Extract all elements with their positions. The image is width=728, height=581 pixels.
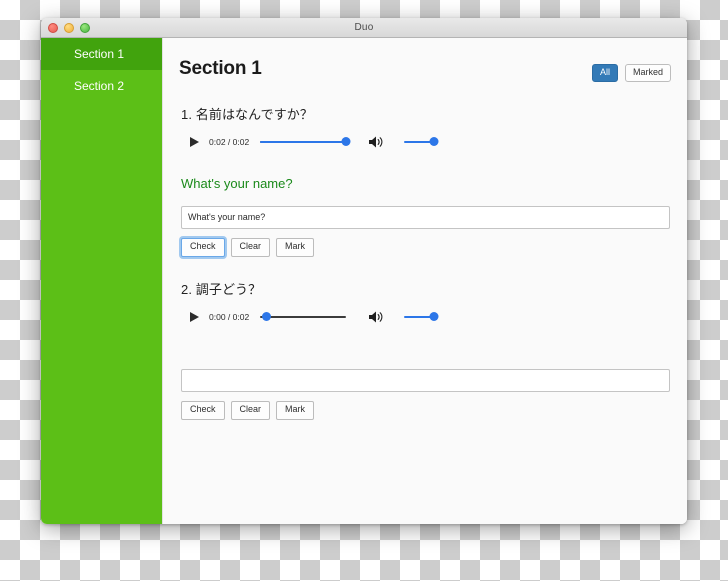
- audio-time-display: 0:00 / 0:02: [209, 311, 250, 322]
- sidebar-item-section-1[interactable]: Section 1: [41, 38, 162, 70]
- speaker-icon[interactable]: [368, 135, 383, 149]
- volume-slider[interactable]: [404, 311, 439, 323]
- play-icon[interactable]: [187, 310, 201, 324]
- window-body: Section 1 Section 2 Section 1 All Marked…: [41, 38, 687, 524]
- mark-button[interactable]: Mark: [276, 237, 315, 257]
- seek-knob[interactable]: [341, 137, 351, 147]
- sidebar-item-label: Section 2: [74, 79, 125, 93]
- close-button[interactable]: [48, 22, 58, 33]
- sidebar: Section 1 Section 2: [41, 38, 163, 524]
- answer-input-1[interactable]: [181, 205, 670, 229]
- window-titlebar: Duo: [41, 18, 687, 38]
- volume-slider[interactable]: [404, 136, 439, 148]
- audio-seek-slider[interactable]: [260, 311, 347, 323]
- seek-track: [260, 315, 347, 318]
- question-title: 1. 名前はなんですか？: [181, 106, 314, 122]
- audio-seek-slider[interactable]: [260, 136, 351, 148]
- seek-fill: [260, 140, 347, 143]
- answer-input-2[interactable]: [181, 368, 670, 392]
- question-block-1: 1. 名前はなんですか？ 0:02 / 0:02 What's your nam…: [179, 104, 671, 257]
- sidebar-item-section-2[interactable]: Section 2: [41, 70, 162, 102]
- play-icon[interactable]: [187, 135, 201, 149]
- seek-knob[interactable]: [262, 312, 272, 322]
- question-block-2: 2. 調子どう？ 0:00 / 0:02 Check Clear Mark: [179, 279, 671, 420]
- action-button-row-2: Check Clear Mark: [181, 400, 671, 420]
- main-content: Section 1 All Marked 1. 名前はなんですか？ 0:02 /…: [163, 38, 687, 524]
- volume-knob[interactable]: [429, 312, 439, 322]
- audio-player-2: 0:00 / 0:02: [187, 306, 671, 328]
- page-title: Section 1: [179, 58, 262, 79]
- window-controls: [48, 22, 90, 33]
- check-button[interactable]: Check: [181, 400, 225, 420]
- answer-feedback-placeholder: [179, 328, 671, 354]
- mark-button[interactable]: Mark: [276, 400, 315, 420]
- action-button-row-1: Check Clear Mark: [181, 237, 671, 257]
- sidebar-item-label: Section 1: [74, 47, 125, 61]
- app-window: Duo Section 1 Section 2 Section 1 All Ma…: [41, 18, 687, 524]
- clear-button[interactable]: Clear: [230, 400, 271, 420]
- filter-button-group: All Marked: [591, 64, 671, 82]
- check-button[interactable]: Check: [181, 237, 225, 257]
- zoom-button[interactable]: [80, 22, 90, 33]
- volume-knob[interactable]: [429, 137, 439, 147]
- audio-player-1: 0:02 / 0:02: [187, 131, 671, 153]
- filter-marked-button[interactable]: Marked: [624, 64, 671, 82]
- content-header: Section 1 All Marked: [179, 38, 671, 82]
- filter-all-button[interactable]: All: [591, 64, 618, 82]
- window-title: Duo: [354, 22, 374, 33]
- clear-button[interactable]: Clear: [230, 237, 271, 257]
- answer-feedback-text: What's your name?: [181, 175, 293, 191]
- audio-time-display: 0:02 / 0:02: [209, 136, 250, 147]
- question-title: 2. 調子どう？: [181, 281, 262, 297]
- minimize-button[interactable]: [64, 22, 74, 33]
- speaker-icon[interactable]: [368, 310, 383, 324]
